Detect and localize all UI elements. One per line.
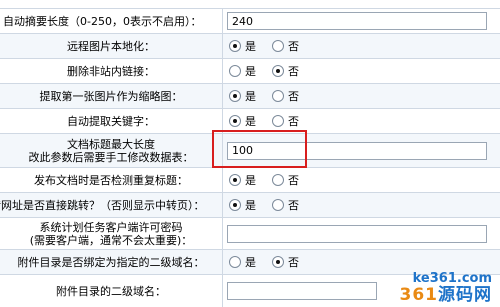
summary-length-label: 自动摘要长度（0-250，0表示不启用）：: [3, 14, 202, 28]
direct-redirect-no-radio[interactable]: [272, 199, 284, 211]
attachment-bind-no-radio[interactable]: [272, 256, 284, 268]
remote-images-no-radio[interactable]: [272, 40, 284, 52]
row-duplicate-title-check: 发布文档时是否检测重复标题： 是 否: [0, 167, 500, 192]
row-summary-length: 自动摘要长度（0-250，0表示不启用）：: [0, 8, 500, 33]
duplicate-title-label: 发布文档时是否检测重复标题：: [34, 173, 188, 187]
row-first-image-thumbnail: 提取第一张图片作为缩略图： 是 否: [0, 83, 500, 108]
row-direct-redirect: 转网址是否直接跳转？（否则显示中转页）： 是 否: [0, 192, 500, 217]
highlight-box: [212, 130, 307, 168]
auto-keywords-no-radio[interactable]: [272, 115, 284, 127]
remote-images-yes-radio[interactable]: [229, 40, 241, 52]
direct-redirect-label: 转网址是否直接跳转？（否则显示中转页）：: [0, 198, 205, 212]
attachment-subdomain-label: 附件目录的二级域名：: [56, 284, 166, 298]
title-max-length-label: 文档标题最大长度 改此参数后需要手工修改数据表：: [28, 137, 194, 164]
row-remote-images: 远程图片本地化： 是 否: [0, 33, 500, 58]
summary-length-input[interactable]: [227, 12, 487, 30]
delete-links-no-radio[interactable]: [272, 65, 284, 77]
direct-redirect-yes-radio[interactable]: [229, 199, 241, 211]
duplicate-title-no-radio[interactable]: [272, 174, 284, 186]
remote-images-label: 远程图片本地化：: [67, 39, 155, 53]
first-image-thumb-yes-radio[interactable]: [229, 90, 241, 102]
attachment-bind-label: 附件目录是否绑定为指定的二级域名：: [17, 255, 205, 269]
row-task-client-password: 系统计划任务客户端许可密码 (需要客户端，通常不会太重要)：: [0, 217, 500, 249]
watermark: ke361.com 361源码网: [399, 271, 493, 305]
first-image-thumb-label: 提取第一张图片作为缩略图：: [39, 89, 183, 103]
attachment-subdomain-input[interactable]: [227, 282, 377, 300]
task-password-label: 系统计划任务客户端许可密码 (需要客户端，通常不会太重要)：: [29, 220, 193, 247]
auto-keywords-yes-radio[interactable]: [229, 115, 241, 127]
delete-links-label: 删除非站内链接：: [67, 64, 155, 78]
delete-links-yes-radio[interactable]: [229, 65, 241, 77]
task-password-input[interactable]: [227, 224, 487, 243]
settings-form: 自动摘要长度（0-250，0表示不启用）： 远程图片本地化： 是 否 删除非站内…: [0, 0, 500, 307]
auto-keywords-label: 自动提取关键字：: [67, 114, 155, 128]
row-delete-external-links: 删除非站内链接： 是 否: [0, 58, 500, 83]
first-image-thumb-no-radio[interactable]: [272, 90, 284, 102]
duplicate-title-yes-radio[interactable]: [229, 174, 241, 186]
attachment-bind-yes-radio[interactable]: [229, 256, 241, 268]
